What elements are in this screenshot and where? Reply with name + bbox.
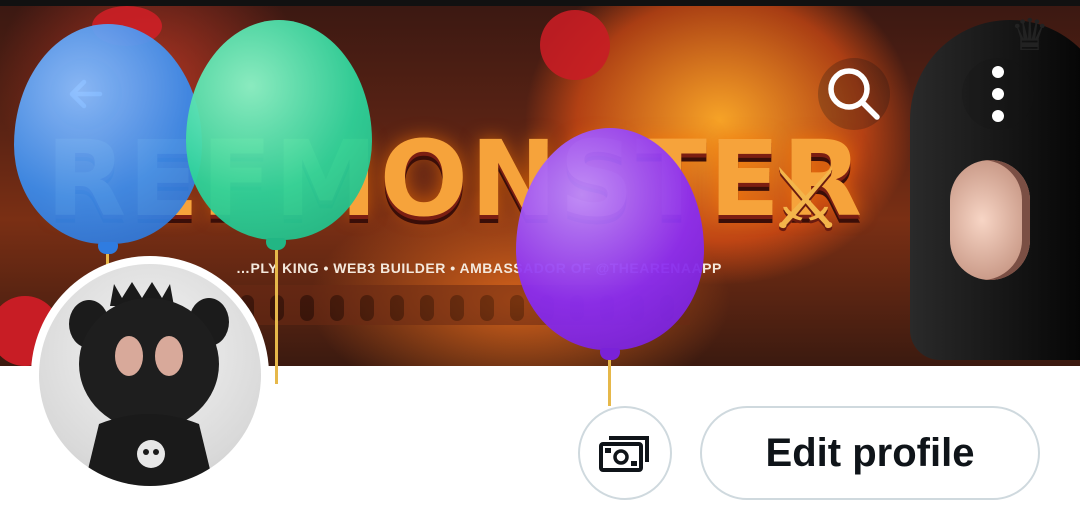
edit-profile-label: Edit profile — [765, 430, 975, 475]
balloon-knot — [266, 238, 286, 250]
status-strip — [0, 0, 1080, 6]
balloon-knot — [98, 242, 118, 254]
tip-button[interactable] — [578, 406, 672, 500]
mascot-eye — [950, 160, 1030, 280]
balloon-string — [608, 360, 611, 406]
edit-profile-button[interactable]: Edit profile — [700, 406, 1040, 500]
search-button[interactable] — [818, 58, 890, 130]
more-options-button[interactable] — [962, 58, 1034, 130]
avatar-character — [69, 282, 229, 486]
swords-icon: ⚔ — [768, 150, 844, 248]
red-coin — [540, 10, 610, 80]
search-icon — [828, 68, 880, 120]
more-vertical-icon — [992, 66, 1004, 122]
balloon-knot — [600, 348, 620, 360]
avatar[interactable] — [39, 264, 261, 486]
money-icon — [599, 436, 649, 472]
balloon-string — [275, 250, 278, 384]
crown-icon: ♛ — [1010, 11, 1050, 60]
